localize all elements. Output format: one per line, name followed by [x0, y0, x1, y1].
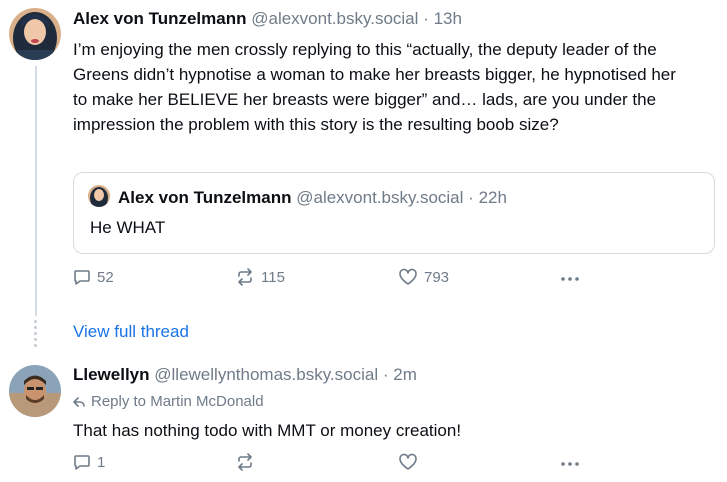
author-name[interactable]: Alex von Tunzelmann [73, 9, 247, 28]
quote-avatar [88, 185, 110, 207]
reply-to-text: Reply to Martin McDonald [91, 393, 264, 410]
reply-arrow-icon [73, 396, 85, 407]
repost-arrows-icon [238, 453, 252, 471]
post-header: Alex von Tunzelmann @alexvont.bsky.socia… [73, 9, 462, 29]
thread-dots [34, 320, 37, 350]
post-llewellyn[interactable]: Llewellyn @llewellynthomas.bsky.social ·… [0, 360, 727, 482]
post-alex[interactable]: Alex von Tunzelmann @alexvont.bsky.socia… [0, 0, 727, 320]
separator: · [423, 9, 429, 28]
author-handle[interactable]: @alexvont.bsky.social [251, 9, 418, 28]
repost-count: 115 [261, 268, 285, 286]
author-handle[interactable]: @llewellynthomas.bsky.social [154, 365, 378, 384]
reply-button[interactable]: 52 [73, 268, 114, 286]
avatar-alex[interactable] [9, 8, 61, 60]
speech-bubble-icon [74, 455, 90, 470]
like-button[interactable] [398, 453, 418, 471]
like-button[interactable]: 793 [398, 268, 449, 286]
more-button[interactable] [558, 455, 582, 473]
ellipsis-icon [561, 277, 579, 281]
post-time[interactable]: 2m [393, 365, 417, 384]
post-header: Llewellyn @llewellynthomas.bsky.social ·… [73, 365, 417, 385]
quote-text: He WHAT [90, 218, 166, 237]
post-text: That has nothing todo with MMT or money … [73, 421, 462, 440]
separator: · [382, 365, 389, 384]
repost-arrows-icon [238, 268, 252, 286]
more-button[interactable] [558, 270, 582, 288]
reply-count: 52 [97, 268, 114, 286]
post-actions: 52 115 793 [73, 268, 633, 292]
thread-line [35, 66, 37, 316]
quote-time: 22h [478, 188, 507, 207]
post-actions: 1 [73, 453, 633, 477]
quote-post[interactable]: Alex von Tunzelmann @alexvont.bsky.socia… [73, 172, 715, 254]
heart-icon [399, 268, 417, 285]
quote-header: Alex von Tunzelmann @alexvont.bsky.socia… [118, 188, 507, 208]
heart-icon [399, 453, 417, 470]
reply-count: 1 [97, 453, 106, 471]
post-time[interactable]: 13h [434, 9, 462, 28]
quote-author-name: Alex von Tunzelmann [118, 188, 292, 207]
reply-to-line[interactable]: Reply to Martin McDonald [73, 393, 264, 410]
ellipsis-icon [561, 462, 579, 466]
quote-separator: · [468, 188, 474, 207]
quote-author-handle: @alexvont.bsky.social [296, 188, 464, 207]
author-name[interactable]: Llewellyn [73, 365, 150, 384]
repost-button[interactable]: 115 [235, 268, 285, 286]
avatar-llewellyn[interactable] [9, 365, 61, 417]
post-text: I’m enjoying the men crossly replying to… [73, 40, 676, 134]
view-full-thread-link[interactable]: View full thread [73, 322, 189, 342]
repost-button[interactable] [235, 453, 255, 471]
like-count: 793 [424, 268, 450, 286]
reply-button[interactable]: 1 [73, 453, 105, 471]
speech-bubble-icon [74, 270, 90, 285]
